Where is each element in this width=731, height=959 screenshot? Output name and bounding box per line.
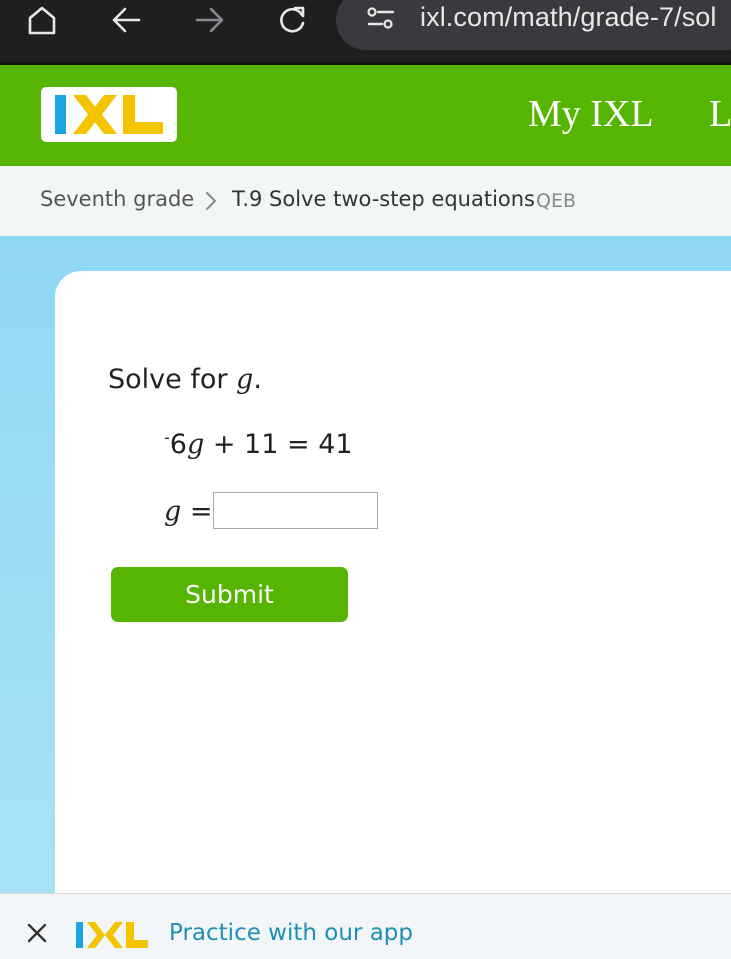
ixl-logo[interactable] (41, 87, 177, 142)
answer-equals: = (181, 496, 213, 527)
equation-coefficient: 6 (169, 429, 187, 460)
close-icon[interactable] (26, 922, 48, 948)
equation: -6g + 11 = 41 (164, 428, 353, 460)
back-icon[interactable] (96, 0, 156, 40)
breadcrumb-grade[interactable]: Seventh grade (40, 187, 194, 211)
nav-my-ixl[interactable]: My IXL (528, 92, 654, 136)
chevron-right-icon (204, 191, 218, 215)
answer-label: g = (164, 496, 213, 527)
browser-toolbar: ixl.com/math/grade-7/sol (0, 0, 731, 65)
forward-icon[interactable] (180, 0, 240, 40)
equation-rest: + 11 = 41 (204, 429, 353, 460)
nav-partial-item[interactable]: L (709, 92, 731, 136)
app-banner-link[interactable]: Practice with our app (169, 920, 413, 946)
prompt-variable: g (236, 364, 254, 395)
reload-icon[interactable] (262, 0, 322, 40)
breadcrumb-skill: T.9 Solve two-step equations (232, 187, 536, 211)
equation-variable: g (186, 429, 205, 460)
skill-code: QEB (536, 190, 576, 212)
answer-input[interactable] (213, 492, 378, 529)
ixl-app-logo[interactable] (74, 919, 150, 955)
prompt-suffix: . (253, 364, 262, 395)
prompt-prefix: Solve for (108, 364, 237, 395)
question-prompt: Solve for g. (108, 364, 262, 395)
home-icon[interactable] (12, 0, 72, 40)
url-text[interactable]: ixl.com/math/grade-7/sol (420, 2, 717, 33)
submit-button[interactable]: Submit (111, 567, 348, 622)
site-settings-icon[interactable] (366, 3, 396, 33)
answer-variable: g (164, 496, 182, 527)
